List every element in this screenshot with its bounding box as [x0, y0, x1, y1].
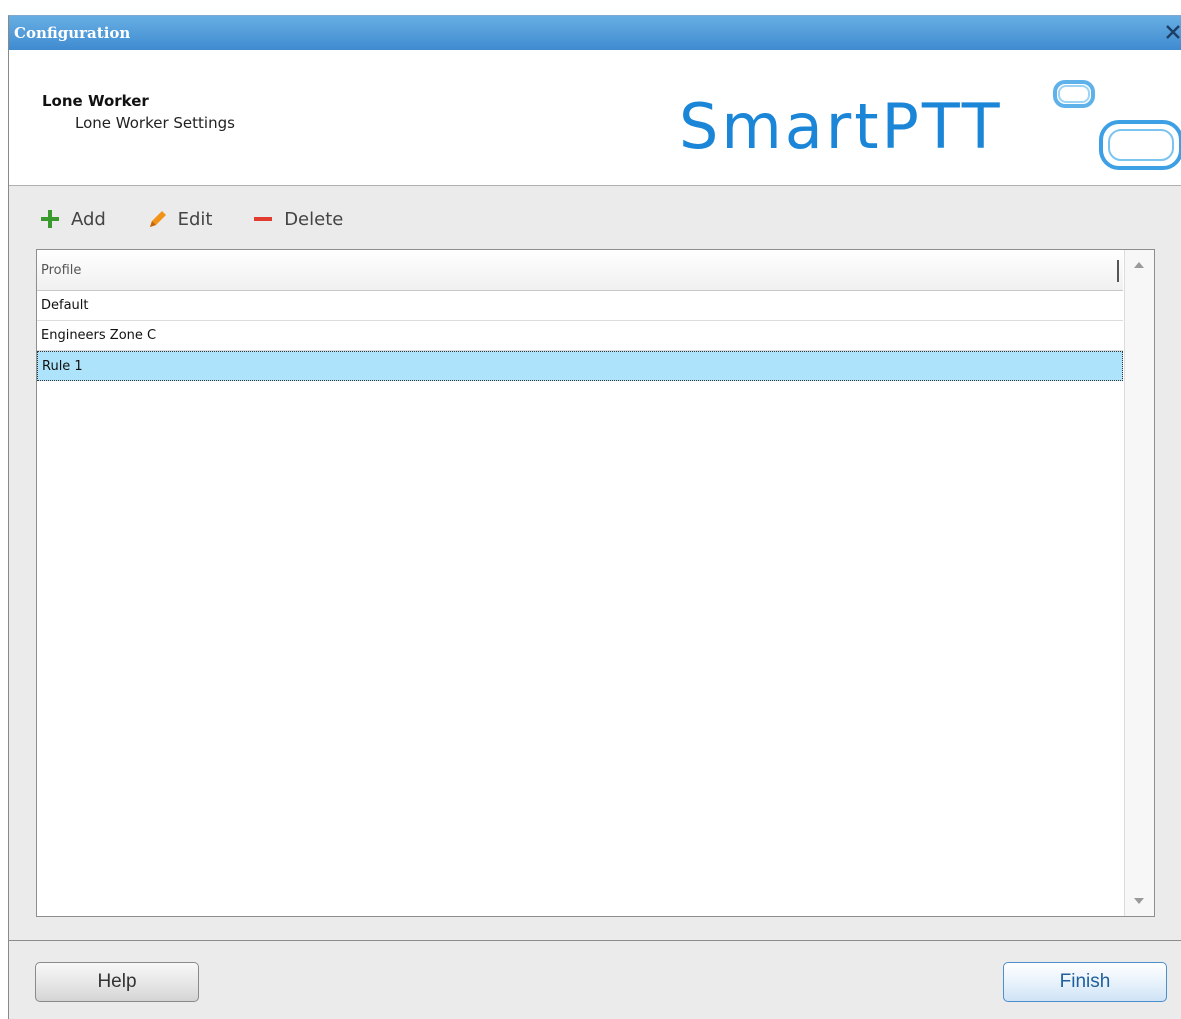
scroll-down-arrow-icon[interactable]: [1134, 898, 1144, 904]
pencil-icon: [146, 208, 168, 230]
configuration-window: Configuration Lone Worker Lone Worker Se…: [8, 15, 1181, 1019]
column-header[interactable]: Profile: [37, 250, 1123, 291]
profile-list[interactable]: Profile Default Engineers Zone C Rule 1: [36, 249, 1155, 917]
page-title: Lone Worker: [42, 92, 149, 110]
finish-button[interactable]: Finish: [1003, 962, 1167, 1002]
table-row[interactable]: Default: [37, 291, 1123, 321]
edit-label: Edit: [177, 208, 213, 230]
page-header: Lone Worker Lone Worker Settings SmartPT…: [9, 50, 1181, 186]
vertical-scrollbar[interactable]: [1124, 250, 1154, 916]
table-row-selected[interactable]: Rule 1: [37, 351, 1123, 381]
column-resize-handle[interactable]: [1117, 260, 1119, 282]
table-row[interactable]: Engineers Zone C: [37, 321, 1123, 351]
title-bar: Configuration: [9, 16, 1181, 50]
scroll-up-arrow-icon[interactable]: [1134, 262, 1144, 268]
page-subtitle: Lone Worker Settings: [75, 114, 235, 132]
column-header-profile: Profile: [41, 263, 82, 278]
smartptt-logo: SmartPTT: [679, 80, 1181, 170]
add-button[interactable]: Add: [39, 208, 106, 230]
delete-button[interactable]: Delete: [252, 208, 343, 230]
minus-icon: [252, 208, 274, 230]
help-button[interactable]: Help: [35, 962, 199, 1002]
edit-button[interactable]: Edit: [146, 208, 213, 230]
footer-divider: [9, 940, 1181, 941]
window-title: Configuration: [14, 24, 131, 42]
toolbar: Add Edit Delete: [39, 208, 377, 238]
svg-text:SmartPTT: SmartPTT: [679, 90, 1003, 163]
add-label: Add: [71, 208, 106, 230]
table-rows: Default Engineers Zone C Rule 1: [37, 291, 1123, 381]
close-icon[interactable]: [1161, 19, 1181, 45]
plus-icon: [39, 208, 61, 230]
delete-label: Delete: [284, 208, 344, 230]
